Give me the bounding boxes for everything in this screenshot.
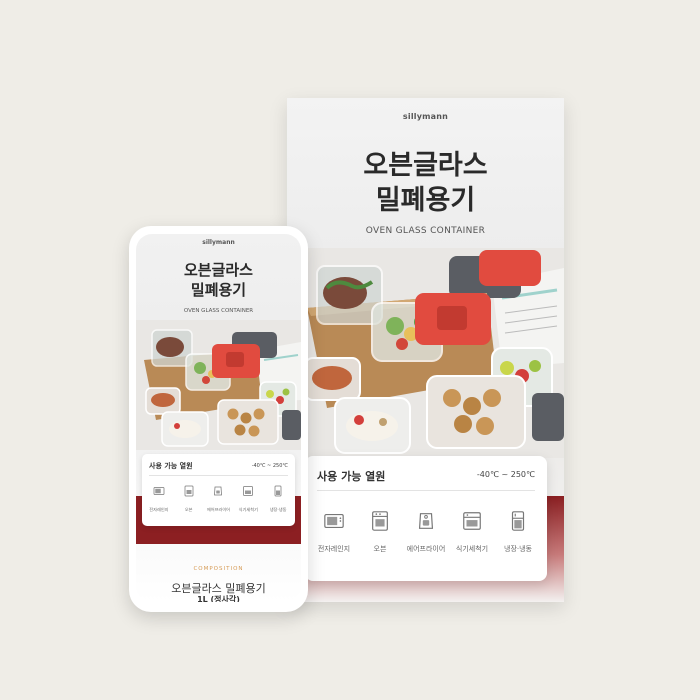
heat-source-heading: 사용 가능 열원: [317, 470, 386, 483]
page-title: 오븐글라스 밀폐용기: [136, 260, 301, 300]
composition-subtitle: 1L (정사각): [197, 595, 240, 602]
page-subtitle: OVEN GLASS CONTAINER: [183, 308, 254, 314]
oven-icon: [372, 511, 388, 531]
heat-source-label: 오븐: [373, 545, 387, 553]
phone-screen[interactable]: sillymann 오븐글라스 밀폐용기 OVEN GLASS CONTAINE…: [136, 234, 301, 602]
heat-source-label: 전자레인지: [317, 545, 351, 553]
microwave-icon: [324, 513, 344, 529]
title-line-1: 오븐글라스: [183, 261, 253, 279]
product-photo: [136, 320, 301, 450]
temperature-range: -40℃ ~ 250℃: [476, 470, 535, 479]
detail-page-panel: sillymann 오븐글라스 밀폐용기 OVEN GLASS CONTAINE…: [287, 98, 564, 602]
heat-source-air-fryer: 에어프라이어: [204, 485, 234, 513]
heat-source-microwave: 전자레인지: [144, 485, 174, 513]
heat-source-heading: 사용 가능 열원: [149, 462, 193, 470]
heat-source-label: 전자레인지: [149, 507, 169, 512]
heat-source-fridge: 냉장·냉동: [263, 485, 293, 513]
heat-source-microwave: 전자레인지: [311, 510, 357, 554]
heat-source-card: 사용 가능 열원 -40℃ ~ 250℃ 전자레인지 오븐 에어프라이어 식기세…: [142, 454, 295, 526]
oven-icon: [184, 485, 194, 497]
fridge-icon: [274, 485, 282, 497]
page-subtitle: OVEN GLASS CONTAINER: [365, 226, 486, 236]
heat-source-list: 전자레인지 오븐 에어프라이어 식기세척기 냉장·냉동: [144, 485, 293, 513]
fridge-icon: [511, 511, 525, 531]
brand-logo: sillymann: [402, 112, 449, 121]
heat-source-label: 냉장·냉동: [269, 507, 287, 512]
heat-source-list: 전자레인지 오븐 에어프라이어 식기세척기 냉장·냉동: [311, 510, 541, 554]
heat-source-oven: 오븐: [357, 510, 403, 554]
heat-source-card: 사용 가능 열원 -40℃ ~ 250℃ 전자레인지 오븐 에어프라이어 식기세…: [305, 456, 547, 581]
heat-source-label: 식기세척기: [238, 507, 258, 512]
title-line-1: 오븐글라스: [363, 150, 488, 181]
dishwasher-icon: [243, 486, 254, 496]
card-divider: [149, 475, 288, 476]
temperature-range: -40℃ ~ 250℃: [251, 463, 288, 469]
air-fryer-icon: [214, 486, 223, 496]
product-photo: [287, 248, 564, 458]
page-title: 오븐글라스 밀폐용기: [287, 148, 564, 218]
title-line-2: 밀폐용기: [375, 185, 476, 216]
heat-source-air-fryer: 에어프라이어: [403, 510, 449, 554]
heat-source-label: 냉장·냉동: [504, 545, 532, 553]
heat-source-label: 에어프라이어: [406, 545, 446, 553]
heat-source-dishwasher: 식기세척기: [449, 510, 495, 554]
heat-source-oven: 오븐: [174, 485, 204, 513]
composition-label: COMPOSITION: [193, 566, 244, 572]
microwave-icon: [153, 487, 165, 495]
brand-logo: sillymann: [202, 239, 235, 246]
dishwasher-icon: [463, 512, 481, 530]
heat-source-label: 에어프라이어: [206, 507, 231, 512]
heat-source-dishwasher: 식기세척기: [233, 485, 263, 513]
card-divider: [317, 490, 535, 491]
heat-source-label: 식기세척기: [455, 545, 489, 553]
title-line-2: 밀폐용기: [190, 281, 247, 299]
heat-source-label: 오븐: [184, 507, 193, 512]
phone-mockup: sillymann 오븐글라스 밀폐용기 OVEN GLASS CONTAINE…: [129, 226, 308, 612]
air-fryer-icon: [418, 513, 434, 529]
heat-source-fridge: 냉장·냉동: [495, 510, 541, 554]
